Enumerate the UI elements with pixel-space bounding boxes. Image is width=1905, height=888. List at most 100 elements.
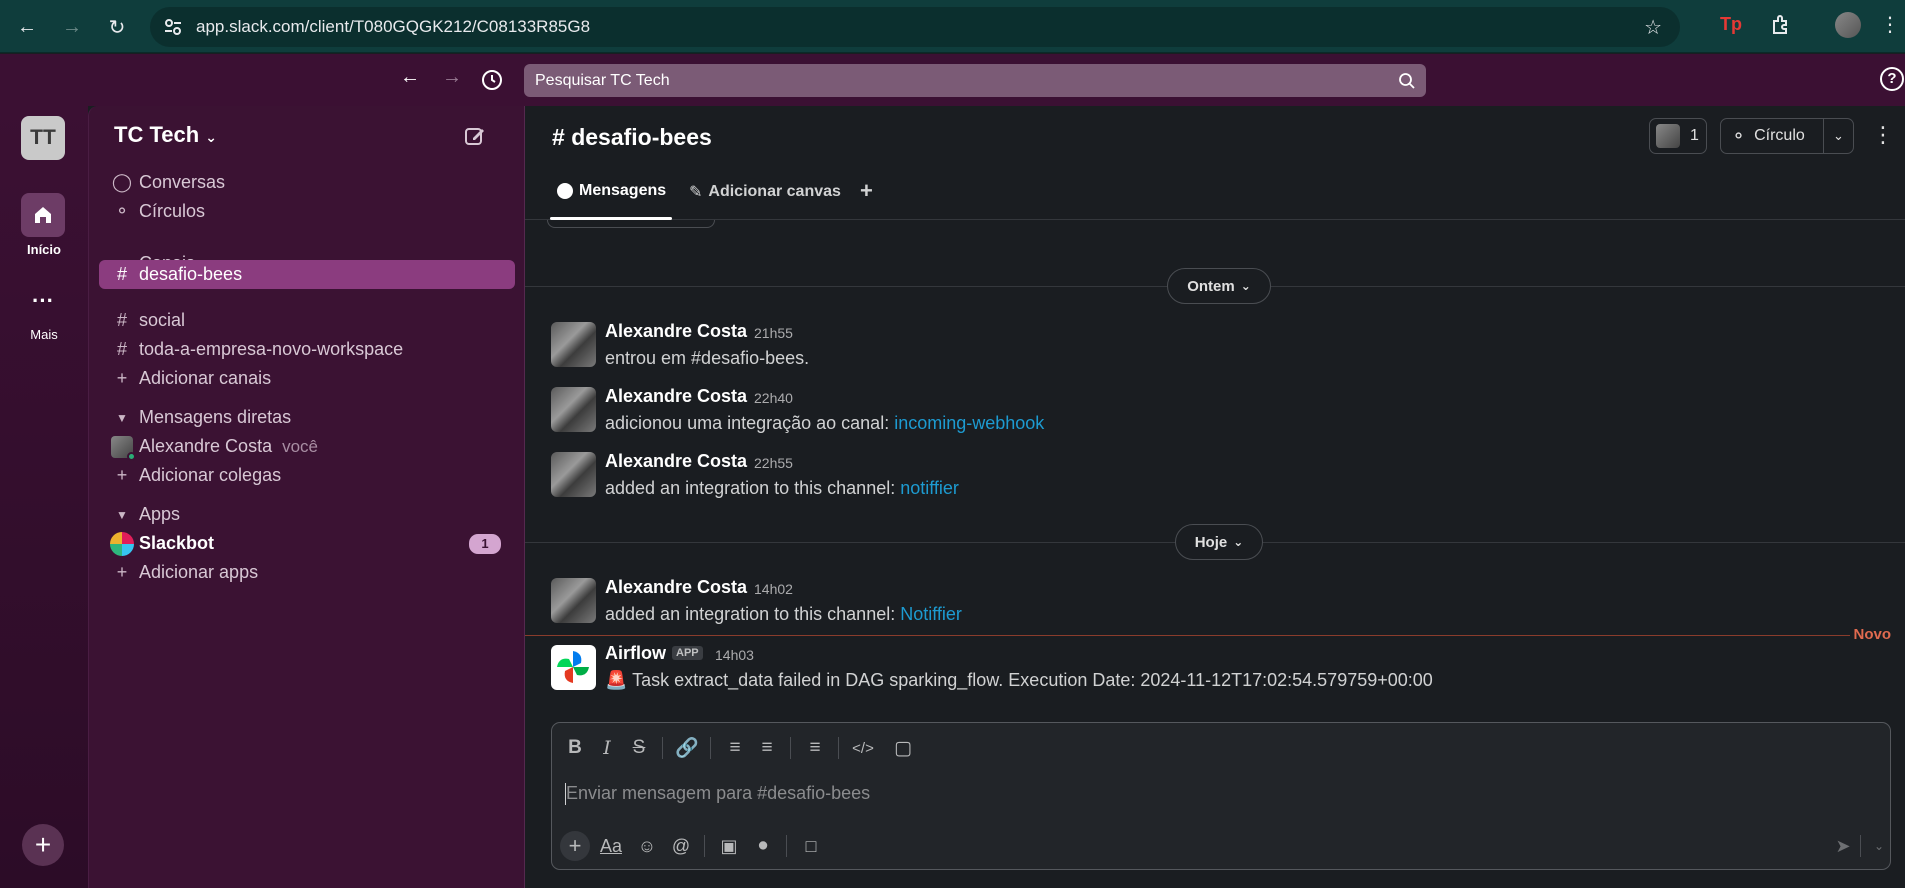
message-time[interactable]: 22h55: [754, 455, 793, 471]
help-icon[interactable]: ?: [1880, 67, 1904, 91]
composer-placeholder[interactable]: Enviar mensagem para #desafio-bees: [566, 783, 870, 804]
author-avatar[interactable]: [551, 452, 596, 497]
add-apps-label: Adicionar apps: [139, 562, 259, 582]
add-workspace-button[interactable]: +: [22, 824, 64, 866]
italic-icon[interactable]: I: [592, 733, 622, 763]
sidebar-item-circulos[interactable]: ⚬ Círculos: [99, 194, 515, 229]
message-author[interactable]: Airflow: [605, 643, 666, 664]
back-icon[interactable]: ←: [12, 12, 42, 42]
message-time[interactable]: 14h02: [754, 581, 793, 597]
browser-toolbar: ← → ↻ app.slack.com/client/T080GQGK212/C…: [0, 0, 1905, 53]
message-author[interactable]: Alexandre Costa: [605, 386, 747, 407]
toolbar-separator: [710, 737, 711, 759]
home-button[interactable]: [21, 193, 65, 237]
message-time[interactable]: 21h55: [754, 325, 793, 341]
workspace-name-text: TC Tech: [114, 122, 200, 147]
plus-icon: +: [116, 465, 128, 485]
forward-icon[interactable]: →: [57, 12, 87, 42]
link-icon[interactable]: 🔗: [672, 733, 702, 763]
channel-title[interactable]: # desafio-bees: [552, 124, 712, 151]
history-clock-icon[interactable]: [480, 68, 504, 92]
channel-menu-icon[interactable]: ⋮: [1872, 122, 1894, 148]
more-button[interactable]: ···: [21, 279, 65, 323]
new-messages-line: [525, 635, 1850, 636]
history-forward-icon[interactable]: →: [442, 66, 462, 89]
search-icon: [1399, 73, 1415, 89]
code-block-icon[interactable]: ▢: [888, 733, 918, 763]
add-colleagues-button[interactable]: + Adicionar colegas: [99, 458, 515, 493]
extension-tp-icon[interactable]: Tp: [1720, 14, 1742, 35]
add-channels-label: Adicionar canais: [139, 368, 272, 388]
threads-icon: ◯: [111, 172, 133, 192]
huddle-button[interactable]: ⚬ Círculo ⌄: [1720, 118, 1854, 154]
toolbar-separator: [838, 737, 839, 759]
strikethrough-icon[interactable]: S: [624, 733, 654, 763]
author-avatar[interactable]: [551, 578, 596, 623]
mention-icon[interactable]: @: [666, 831, 696, 861]
history-back-icon[interactable]: ←: [400, 66, 420, 89]
channel-label: toda-a-empresa-novo-workspace: [139, 339, 404, 359]
bold-icon[interactable]: B: [560, 733, 590, 763]
add-colleagues-label: Adicionar colegas: [139, 465, 282, 485]
airflow-avatar[interactable]: [551, 645, 596, 690]
app-tag: APP: [672, 646, 703, 660]
extensions-puzzle-icon[interactable]: [1770, 13, 1794, 37]
attach-plus-icon[interactable]: +: [560, 831, 590, 861]
message-author[interactable]: Alexandre Costa: [605, 577, 747, 598]
tab-adicionar-canvas[interactable]: ✎ Adicionar canvas: [689, 182, 841, 202]
message-author[interactable]: Alexandre Costa: [605, 321, 747, 342]
message-author[interactable]: Alexandre Costa: [605, 451, 747, 472]
tab-mensagens[interactable]: Mensagens: [557, 182, 666, 200]
formatting-toggle[interactable]: Aa: [596, 831, 626, 861]
browser-menu-icon[interactable]: ⋮: [1880, 12, 1900, 37]
address-bar[interactable]: app.slack.com/client/T080GQGK212/C08133R…: [150, 7, 1680, 47]
huddle-chevron-icon[interactable]: ⌄: [1823, 119, 1853, 153]
section-label: Mensagens diretas: [139, 407, 292, 427]
compose-icon[interactable]: [463, 124, 487, 148]
search-input[interactable]: Pesquisar TC Tech: [524, 64, 1426, 97]
member-count: 1: [1690, 127, 1699, 144]
members-button[interactable]: 1: [1649, 118, 1707, 154]
workspace-avatar[interactable]: TT: [21, 116, 65, 160]
huddle-label: Círculo: [1754, 127, 1805, 144]
canvas-icon: ✎: [689, 184, 703, 201]
add-tab-button[interactable]: +: [860, 178, 873, 204]
day-divider-ontem[interactable]: Ontem ⌄: [1167, 268, 1271, 304]
site-settings-icon[interactable]: [162, 16, 184, 38]
code-icon[interactable]: </>: [848, 733, 878, 763]
day-divider-hoje[interactable]: Hoje ⌄: [1175, 524, 1263, 560]
workspace-name[interactable]: TC Tech ⌄: [114, 122, 217, 148]
home-icon: [35, 207, 51, 223]
profile-avatar[interactable]: [1835, 12, 1861, 38]
author-avatar[interactable]: [551, 322, 596, 367]
message-time[interactable]: 14h03: [715, 647, 754, 663]
sidebar-item-desafio-bees[interactable]: # desafio-bees: [99, 260, 515, 289]
message-body: Task extract_data failed in DAG sparking…: [632, 670, 1433, 690]
integration-link[interactable]: Notiffier: [900, 604, 962, 624]
add-channels-button[interactable]: + Adicionar canais: [99, 361, 515, 396]
slash-command-icon[interactable]: □: [796, 831, 826, 861]
send-icon[interactable]: ➤: [1828, 831, 1858, 861]
ordered-list-icon[interactable]: ≡: [720, 733, 750, 763]
video-clip-icon[interactable]: ▣: [714, 831, 744, 861]
schedule-chevron-icon[interactable]: ⌄: [1864, 831, 1894, 861]
message-body: adicionou uma integração ao canal:: [605, 413, 895, 433]
integration-link[interactable]: incoming-webhook: [894, 413, 1044, 433]
author-avatar[interactable]: [551, 387, 596, 432]
message-text: adicionou uma integração ao canal: incom…: [605, 413, 1044, 434]
dm-user-label: Alexandre Costa: [139, 436, 273, 456]
more-label: Mais: [30, 327, 58, 342]
add-apps-button[interactable]: + Adicionar apps: [99, 555, 515, 590]
integration-link[interactable]: notiffier: [900, 478, 959, 498]
emoji-icon[interactable]: ☺: [632, 831, 662, 861]
channel-view: # desafio-bees 1 ⚬ Círculo ⌄ ⋮ Mensagens…: [525, 106, 1905, 888]
toolbar-separator: [704, 835, 705, 857]
bullet-list-icon[interactable]: ≡: [752, 733, 782, 763]
blockquote-icon[interactable]: ≡: [800, 733, 830, 763]
hash-icon: #: [116, 339, 127, 359]
reload-icon[interactable]: ↻: [102, 12, 132, 42]
microphone-icon[interactable]: ⚫: [748, 831, 778, 861]
bookmark-star-icon[interactable]: ☆: [1644, 15, 1662, 40]
message-time[interactable]: 22h40: [754, 390, 793, 406]
message-body: entrou em #desafio-bees.: [605, 348, 810, 368]
